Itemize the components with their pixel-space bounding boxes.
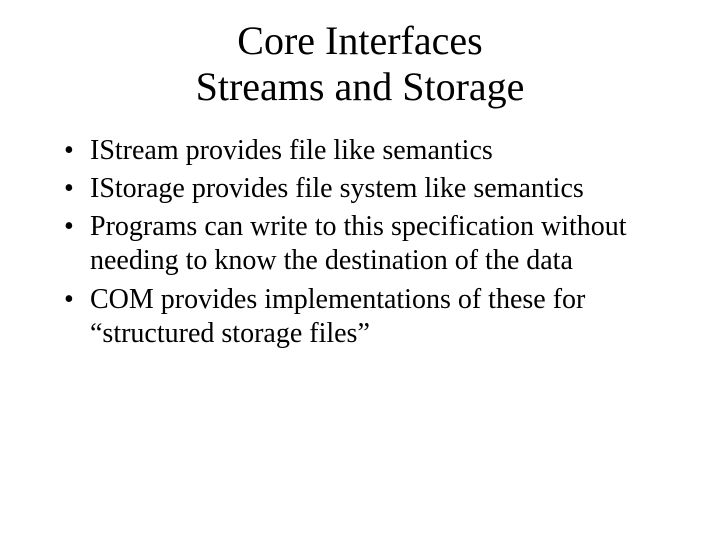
list-item: Programs can write to this specification… (64, 210, 680, 278)
list-item: IStorage provides file system like seman… (64, 172, 680, 206)
list-item: IStream provides file like semantics (64, 134, 680, 168)
bullet-text: COM provides implementations of these fo… (90, 284, 585, 349)
bullet-text: Programs can write to this specification… (90, 211, 627, 276)
bullet-list: IStream provides file like semantics ISt… (40, 134, 680, 351)
slide-title: Core Interfaces Streams and Storage (40, 18, 680, 110)
bullet-text: IStream provides file like semantics (90, 135, 493, 166)
list-item: COM provides implementations of these fo… (64, 283, 680, 351)
title-line-2: Streams and Storage (40, 64, 680, 110)
slide: Core Interfaces Streams and Storage IStr… (0, 0, 720, 540)
title-line-1: Core Interfaces (40, 18, 680, 64)
bullet-text: IStorage provides file system like seman… (90, 173, 584, 204)
